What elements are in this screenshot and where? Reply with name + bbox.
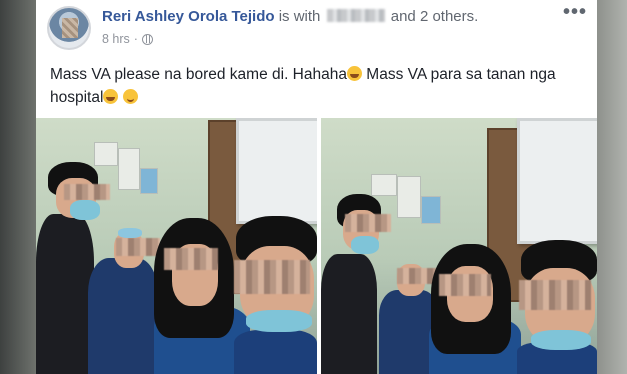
post-timestamp[interactable]: 8 hrs	[102, 32, 130, 46]
is-with-label: is with	[278, 8, 321, 25]
more-options-icon[interactable]: •••	[563, 2, 587, 22]
background-blur-left	[0, 0, 36, 374]
blurred-face	[116, 238, 160, 256]
rofl-emoji-icon	[103, 89, 119, 104]
blurred-face	[164, 248, 218, 270]
post-body-text: Mass VA please na bored kame di. Hahaha …	[50, 63, 582, 109]
author-name-link[interactable]: Reri Ashley Orola Tejido	[102, 8, 275, 25]
blurred-face	[519, 280, 591, 310]
post-photo-2[interactable]	[321, 118, 597, 374]
facebook-post: Reri Ashley Orola Tejido is with and 2 o…	[36, 0, 597, 374]
blurred-face	[345, 214, 391, 232]
post-text-part1: Mass VA please na bored kame di. Hahaha	[50, 66, 347, 83]
author-avatar[interactable]	[47, 6, 91, 50]
background-blur-right	[597, 0, 627, 374]
rofl-emoji-icon	[346, 66, 362, 81]
meta-separator: ·	[133, 32, 138, 46]
post-header: Reri Ashley Orola Tejido is with and 2 o…	[102, 8, 478, 25]
post-meta: 8 hrs ·	[102, 32, 153, 46]
smile-emoji-icon	[122, 89, 138, 104]
whiteboard	[236, 118, 317, 224]
tagged-friend-blurred[interactable]	[326, 9, 385, 22]
blurred-face	[234, 260, 310, 294]
blurred-face	[64, 184, 110, 200]
whiteboard	[517, 118, 597, 244]
others-link[interactable]: and 2 others.	[391, 8, 479, 25]
globe-icon[interactable]	[141, 33, 153, 45]
blurred-face	[439, 274, 491, 296]
avatar-blurred-face	[62, 18, 78, 38]
post-photo-1[interactable]	[36, 118, 317, 374]
